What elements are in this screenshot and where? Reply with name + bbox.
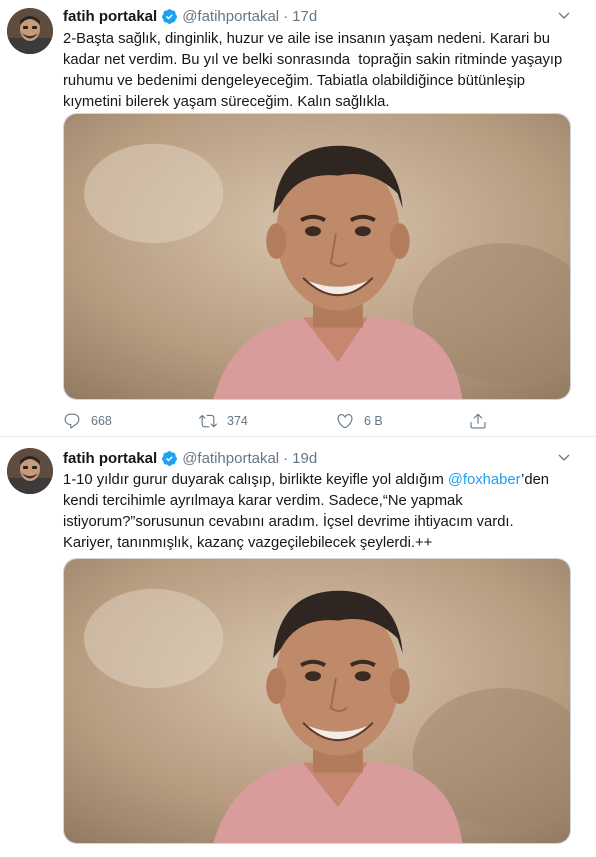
display-name[interactable]: fatih portakal bbox=[63, 450, 157, 467]
separator-dot: · bbox=[283, 7, 289, 25]
tweet-text: 2-Başta sağlık, dinginlik, huzur ve aile… bbox=[63, 31, 567, 110]
chevron-down-icon[interactable] bbox=[556, 450, 572, 466]
avatar[interactable] bbox=[7, 8, 53, 54]
mention-link[interactable]: @foxhaber bbox=[448, 472, 521, 488]
display-name[interactable]: fatih portakal bbox=[63, 8, 157, 25]
avatar[interactable] bbox=[7, 448, 53, 494]
timestamp[interactable]: 17d bbox=[292, 8, 317, 25]
tweet-actions-partial bbox=[63, 853, 493, 857]
tweet-photo[interactable] bbox=[63, 113, 571, 400]
tweet-header: fatih portakal @fatihportakal · 19d bbox=[63, 448, 317, 468]
tweet-header: fatih portakal @fatihportakal · 17d bbox=[63, 6, 317, 26]
retweet-count: 374 bbox=[227, 414, 248, 428]
separator-dot: · bbox=[283, 449, 289, 467]
timestamp[interactable]: 19d bbox=[292, 450, 317, 467]
reply-icon bbox=[64, 413, 80, 429]
share-button[interactable] bbox=[469, 410, 487, 432]
retweet-icon bbox=[199, 414, 217, 428]
chevron-down-icon[interactable] bbox=[556, 8, 572, 24]
tweet-actions: 668 374 6 B bbox=[63, 410, 493, 432]
tweet[interactable]: fatih portakal @fatihportakal · 17d 2-Ba… bbox=[0, 0, 596, 437]
reply-button[interactable]: 668 bbox=[63, 410, 112, 432]
verified-badge-icon bbox=[162, 8, 178, 24]
like-button[interactable]: 6 B bbox=[336, 410, 383, 432]
like-count: 6 B bbox=[364, 414, 383, 428]
heart-icon bbox=[337, 414, 353, 429]
reply-count: 668 bbox=[91, 414, 112, 428]
tweet-text-part: 1-10 yıldır gurur duyarak calışıp, birli… bbox=[63, 472, 448, 488]
user-handle[interactable]: @fatihportakal bbox=[182, 8, 279, 25]
share-icon bbox=[470, 413, 486, 429]
tweet-text: 1-10 yıldır gurur duyarak calışıp, birli… bbox=[63, 470, 563, 554]
retweet-button[interactable]: 374 bbox=[199, 410, 248, 432]
tweet[interactable]: fatih portakal @fatihportakal · 19d 1-10… bbox=[0, 438, 596, 857]
user-handle[interactable]: @fatihportakal bbox=[182, 450, 279, 467]
verified-badge-icon bbox=[162, 450, 178, 466]
tweet-photo[interactable] bbox=[63, 558, 571, 844]
